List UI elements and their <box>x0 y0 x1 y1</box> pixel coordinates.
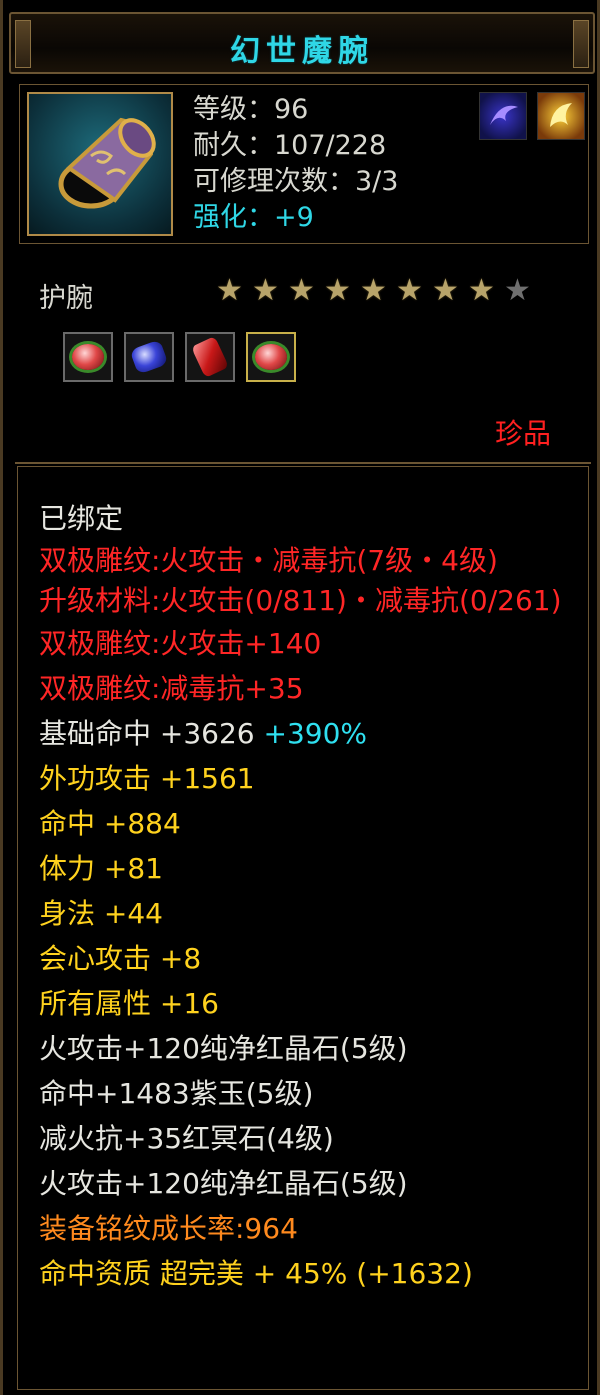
base-hit-line: 基础命中 +3626 +390% <box>39 711 579 756</box>
item-stats: 等级：96 耐久：107/228 可修理次数：3/3 强化：+9 <box>193 92 398 236</box>
upgrade-material-line: 升级材料:火攻击(0/811)・减毒抗(0/261) <box>39 584 562 617</box>
engrave-line: 双极雕纹:火攻击・减毒抗(7级・4级) <box>39 544 498 577</box>
purple-swirl-icon <box>479 92 527 140</box>
item-details: 已绑定 双极雕纹:火攻击・减毒抗(7级・4级) 升级材料:火攻击(0/811)・… <box>39 496 579 1296</box>
divider <box>15 462 591 464</box>
ruby-gem-icon[interactable] <box>185 332 235 382</box>
star-icon: ★ <box>216 273 243 308</box>
growth-rate-line: 装备铭纹成长率:964 <box>39 1212 298 1245</box>
gem-slots <box>63 332 296 382</box>
rarity-label: 珍品 <box>495 417 552 450</box>
star-empty-icon: ★ <box>504 273 531 308</box>
base-hit-percent: +390% <box>263 717 368 750</box>
gem-line: 命中+1483紫玉(5级) <box>39 1077 314 1110</box>
star-icon: ★ <box>288 273 315 308</box>
attribute-line: 外功攻击 +1561 <box>39 762 255 795</box>
enhance-text: 强化：+9 <box>193 202 314 233</box>
level-text: 等级：96 <box>193 94 309 125</box>
star-rating: ★ ★ ★ ★ ★ ★ ★ ★ ★ <box>216 276 534 306</box>
bracer-icon <box>27 92 173 236</box>
hit-quality-line: 命中资质 超完美 + 45% (+1632) <box>39 1257 473 1290</box>
gem-line: 火攻击+120纯净红晶石(5级) <box>39 1032 408 1065</box>
star-icon: ★ <box>468 273 495 308</box>
red-gem-icon[interactable] <box>246 332 296 382</box>
star-icon: ★ <box>360 273 387 308</box>
attribute-line: 所有属性 +16 <box>39 987 219 1020</box>
bound-status: 已绑定 <box>39 502 124 535</box>
star-icon: ★ <box>252 273 279 308</box>
attribute-line: 会心攻击 +8 <box>39 942 202 975</box>
star-icon: ★ <box>324 273 351 308</box>
red-gem-icon[interactable] <box>63 332 113 382</box>
item-type: 护腕 <box>39 283 93 314</box>
engrave-line: 双极雕纹:火攻击+140 <box>39 627 322 660</box>
attribute-line: 体力 +81 <box>39 852 163 885</box>
star-icon: ★ <box>396 273 423 308</box>
item-name: 幻世魔腕 <box>230 34 374 69</box>
attribute-line: 命中 +884 <box>39 807 181 840</box>
fire-swirl-icon <box>537 92 585 140</box>
attribute-line: 身法 +44 <box>39 897 163 930</box>
star-icon: ★ <box>432 273 459 308</box>
repair-count-text: 可修理次数：3/3 <box>193 166 399 197</box>
gem-line: 减火抗+35红冥石(4级) <box>39 1122 334 1155</box>
durability-text: 耐久：107/228 <box>193 130 387 161</box>
gem-line: 火攻击+120纯净红晶石(5级) <box>39 1167 408 1200</box>
blue-gem-icon[interactable] <box>124 332 174 382</box>
item-tooltip: 幻世魔腕 等级：96 耐久：107/228 可修理次数：3/3 强化：+9 护腕… <box>0 0 600 1395</box>
engrave-line: 双极雕纹:减毒抗+35 <box>39 672 304 705</box>
base-hit-value: 基础命中 +3626 <box>39 717 255 750</box>
title-bar: 幻世魔腕 <box>9 12 595 74</box>
